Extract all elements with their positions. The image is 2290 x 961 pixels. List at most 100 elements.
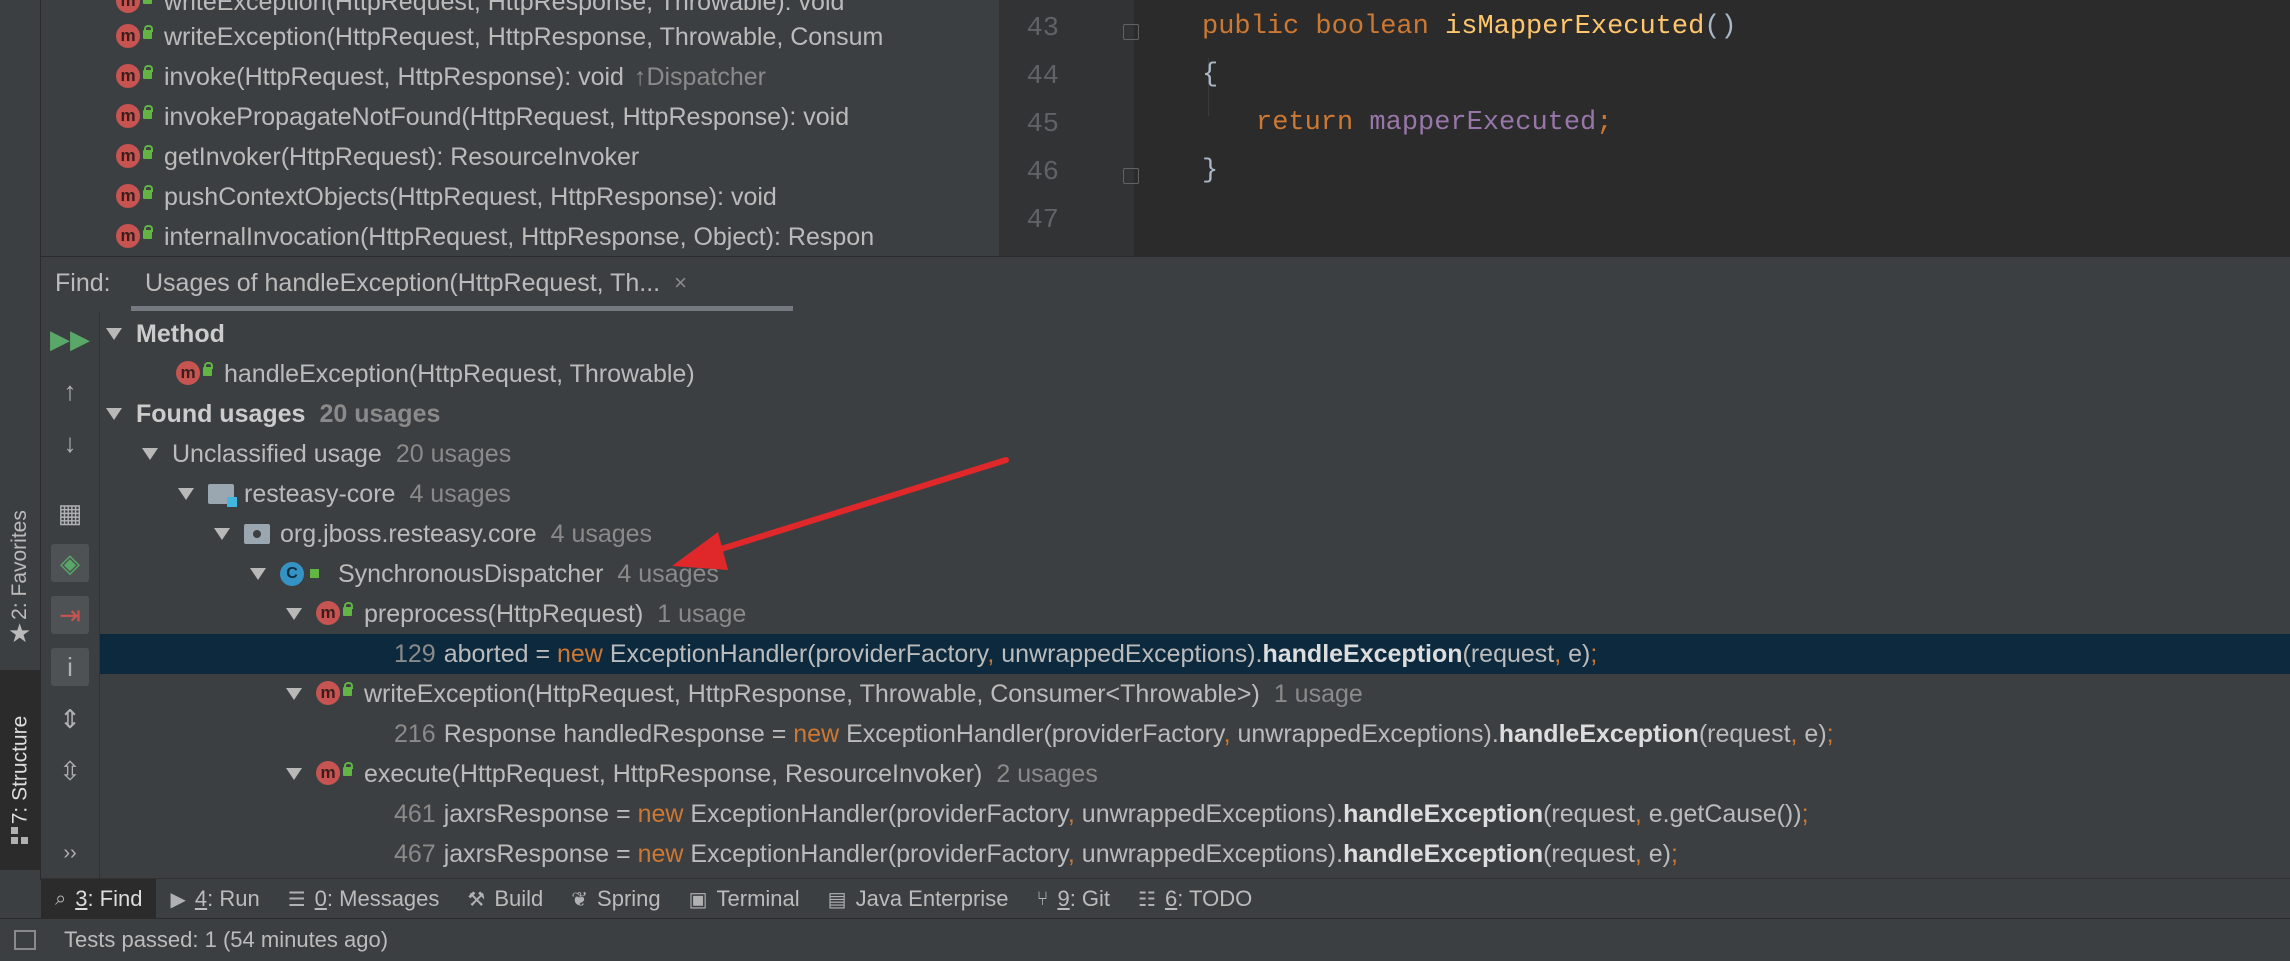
expand-arrow-icon[interactable] bbox=[250, 568, 266, 580]
code-line-45: return mapperExecuted; bbox=[1256, 108, 1613, 138]
tree-node-package[interactable]: org.jboss.resteasy.core 4 usages bbox=[100, 514, 2290, 554]
expand-arrow-icon[interactable] bbox=[286, 768, 302, 780]
info-icon[interactable]: i bbox=[51, 648, 89, 686]
close-icon[interactable]: × bbox=[674, 270, 687, 296]
run-icon: ▶ bbox=[170, 888, 186, 911]
toolwindow-todo[interactable]: ☷ 6: TODO bbox=[1124, 879, 1266, 919]
structure-icon bbox=[11, 827, 28, 844]
line-number: 44 bbox=[1026, 62, 1059, 92]
toolwindow-terminal[interactable]: ▣ Terminal bbox=[675, 879, 814, 919]
code-line-43: public boolean isMapperExecuted() bbox=[1202, 12, 1737, 42]
expand-arrow-icon[interactable] bbox=[178, 488, 194, 500]
expand-arrow-icon[interactable] bbox=[214, 528, 230, 540]
active-tab-indicator bbox=[131, 306, 793, 311]
usage-line[interactable]: 216 Response handledResponse = new Except… bbox=[100, 714, 2290, 754]
line-number: 43 bbox=[1026, 14, 1059, 44]
more-icon[interactable]: ›› bbox=[51, 834, 89, 872]
editor-gutter: 43 44 45 46 47 bbox=[999, 0, 1134, 256]
expand-arrow-icon[interactable] bbox=[286, 688, 302, 700]
expand-arrow-icon[interactable] bbox=[286, 608, 302, 620]
module-folder-icon bbox=[208, 484, 237, 507]
lock-icon bbox=[143, 225, 153, 239]
find-tab-title: Usages of handleException(HttpRequest, T… bbox=[145, 268, 661, 297]
structure-item[interactable]: m invoke(HttpRequest, HttpResponse): voi… bbox=[116, 58, 766, 96]
override-suffix: ↑Dispatcher bbox=[633, 62, 766, 91]
tree-node-class[interactable]: C SynchronousDispatcher 4 usages bbox=[100, 554, 2290, 594]
code-editor[interactable]: 43 44 45 46 47 public boolean isMapperEx… bbox=[999, 0, 2290, 256]
usage-line[interactable]: 461 jaxrsResponse = new ExceptionHandler(… bbox=[100, 794, 2290, 834]
toolwindow-java-enterprise[interactable]: ▤ Java Enterprise bbox=[814, 879, 1023, 919]
lock-icon bbox=[310, 569, 319, 578]
tree-node-method-signature[interactable]: m handleException(HttpRequest, Throwable… bbox=[100, 354, 2290, 394]
search-icon: ⌕ bbox=[55, 887, 67, 910]
expand-all-icon[interactable]: ⇕ bbox=[51, 700, 89, 738]
left-tool-stripe: 2: Favorites ★ 7: Structure bbox=[0, 0, 41, 880]
expand-arrow-icon[interactable] bbox=[142, 448, 158, 460]
expand-arrow-icon[interactable] bbox=[106, 408, 122, 420]
code-line-46: } bbox=[1202, 156, 1219, 186]
rerun-icon[interactable]: ▶▶ bbox=[50, 320, 90, 358]
usage-line[interactable]: 467 jaxrsResponse = new ExceptionHandler(… bbox=[100, 834, 2290, 874]
method-icon: m bbox=[116, 144, 153, 170]
find-tool-header: Find: Usages of handleException(HttpRequ… bbox=[41, 256, 2290, 313]
tree-node-module[interactable]: resteasy-core 4 usages bbox=[100, 474, 2290, 514]
lock-icon bbox=[203, 362, 213, 376]
group-by-icon[interactable]: ▦ bbox=[51, 494, 89, 532]
lock-icon bbox=[143, 65, 153, 79]
tree-node-method[interactable]: m execute(HttpRequest, HttpResponse, Res… bbox=[100, 754, 2290, 794]
toolwindow-run[interactable]: ▶ 4: Run bbox=[156, 879, 273, 919]
tree-node-method[interactable]: m preprocess(HttpRequest) 1 usage bbox=[100, 594, 2290, 634]
status-message[interactable]: Tests passed: 1 (54 minutes ago) bbox=[64, 927, 388, 953]
method-icon: m bbox=[116, 0, 152, 15]
fold-marker-icon[interactable] bbox=[1123, 168, 1139, 184]
previous-occurrence-icon[interactable]: ↑ bbox=[51, 372, 89, 410]
line-number: 47 bbox=[1026, 206, 1059, 236]
toolwindow-spring[interactable]: ❦ Spring bbox=[557, 879, 674, 919]
toggle-tool-windows-icon[interactable] bbox=[14, 930, 36, 950]
structure-item[interactable]: m writeException(HttpRequest, HttpRespon… bbox=[116, 18, 883, 56]
code-line-44: { bbox=[1202, 60, 1219, 90]
toolwindow-messages[interactable]: ☰ 0: Messages bbox=[274, 879, 454, 919]
lock-icon bbox=[343, 602, 353, 616]
tree-node-unclassified[interactable]: Unclassified usage 20 usages bbox=[100, 434, 2290, 474]
collapse-all-icon[interactable]: ⇳ bbox=[51, 752, 89, 790]
method-icon: m bbox=[116, 224, 153, 250]
tree-node-method[interactable]: m writeException(HttpRequest, HttpRespon… bbox=[100, 674, 2290, 714]
method-icon: m bbox=[316, 761, 353, 787]
structure-item[interactable]: m invokePropagateNotFound(HttpRequest, H… bbox=[116, 98, 849, 136]
git-icon: ⑂ bbox=[1036, 887, 1049, 910]
find-results-tab[interactable]: Usages of handleException(HttpRequest, T… bbox=[131, 257, 701, 309]
todo-icon: ☷ bbox=[1138, 888, 1156, 911]
lock-icon bbox=[143, 185, 153, 199]
lock-icon bbox=[143, 105, 153, 119]
toolwindow-find[interactable]: ⌕ 3: Find bbox=[41, 879, 157, 919]
method-icon: m bbox=[116, 104, 153, 130]
java-enterprise-icon: ▤ bbox=[827, 888, 847, 911]
toolwindow-build[interactable]: ⚒ Build bbox=[453, 879, 557, 919]
tree-node-found-usages[interactable]: Found usages 20 usages bbox=[100, 394, 2290, 434]
find-label: Find: bbox=[55, 269, 111, 297]
structure-item[interactable]: m internalInvocation(HttpRequest, HttpRe… bbox=[116, 218, 874, 256]
method-icon: m bbox=[316, 601, 353, 627]
toolwindow-git[interactable]: ⑂ 9: Git bbox=[1022, 879, 1124, 919]
next-occurrence-icon[interactable]: ↓ bbox=[51, 424, 89, 462]
find-toolbar: ▶▶ ↑ ↓ ▦ ◈ ⇥ i ⇕ ⇳ ›› bbox=[41, 312, 100, 878]
method-icon: m bbox=[176, 361, 213, 387]
expand-arrow-icon[interactable] bbox=[106, 328, 122, 340]
method-icon: m bbox=[116, 24, 153, 50]
lock-icon bbox=[343, 762, 353, 776]
tool-window-bar: ⌕ 3: Find ▶ 4: Run ☰ 0: Messages ⚒ Build ❦ Sp… bbox=[41, 878, 2290, 919]
tree-node-method-header[interactable]: Method bbox=[100, 314, 2290, 354]
structure-item[interactable]: m getInvoker(HttpRequest): ResourceInvok… bbox=[116, 138, 639, 176]
lock-icon bbox=[143, 25, 153, 39]
usage-line-selected[interactable]: 129 aborted = new ExceptionHandler(provid… bbox=[100, 634, 2290, 674]
method-icon: m bbox=[116, 184, 153, 210]
star-icon: ★ bbox=[8, 618, 32, 648]
structure-item[interactable]: m pushContextObjects(HttpRequest, HttpRe… bbox=[116, 178, 777, 216]
show-read-access-icon[interactable]: ⇥ bbox=[51, 596, 89, 634]
line-number: 46 bbox=[1026, 158, 1059, 188]
fold-marker-icon[interactable] bbox=[1123, 24, 1139, 40]
navigate-with-single-click-icon[interactable]: ◈ bbox=[51, 544, 89, 582]
package-icon bbox=[244, 524, 270, 544]
class-icon: C bbox=[280, 562, 319, 586]
